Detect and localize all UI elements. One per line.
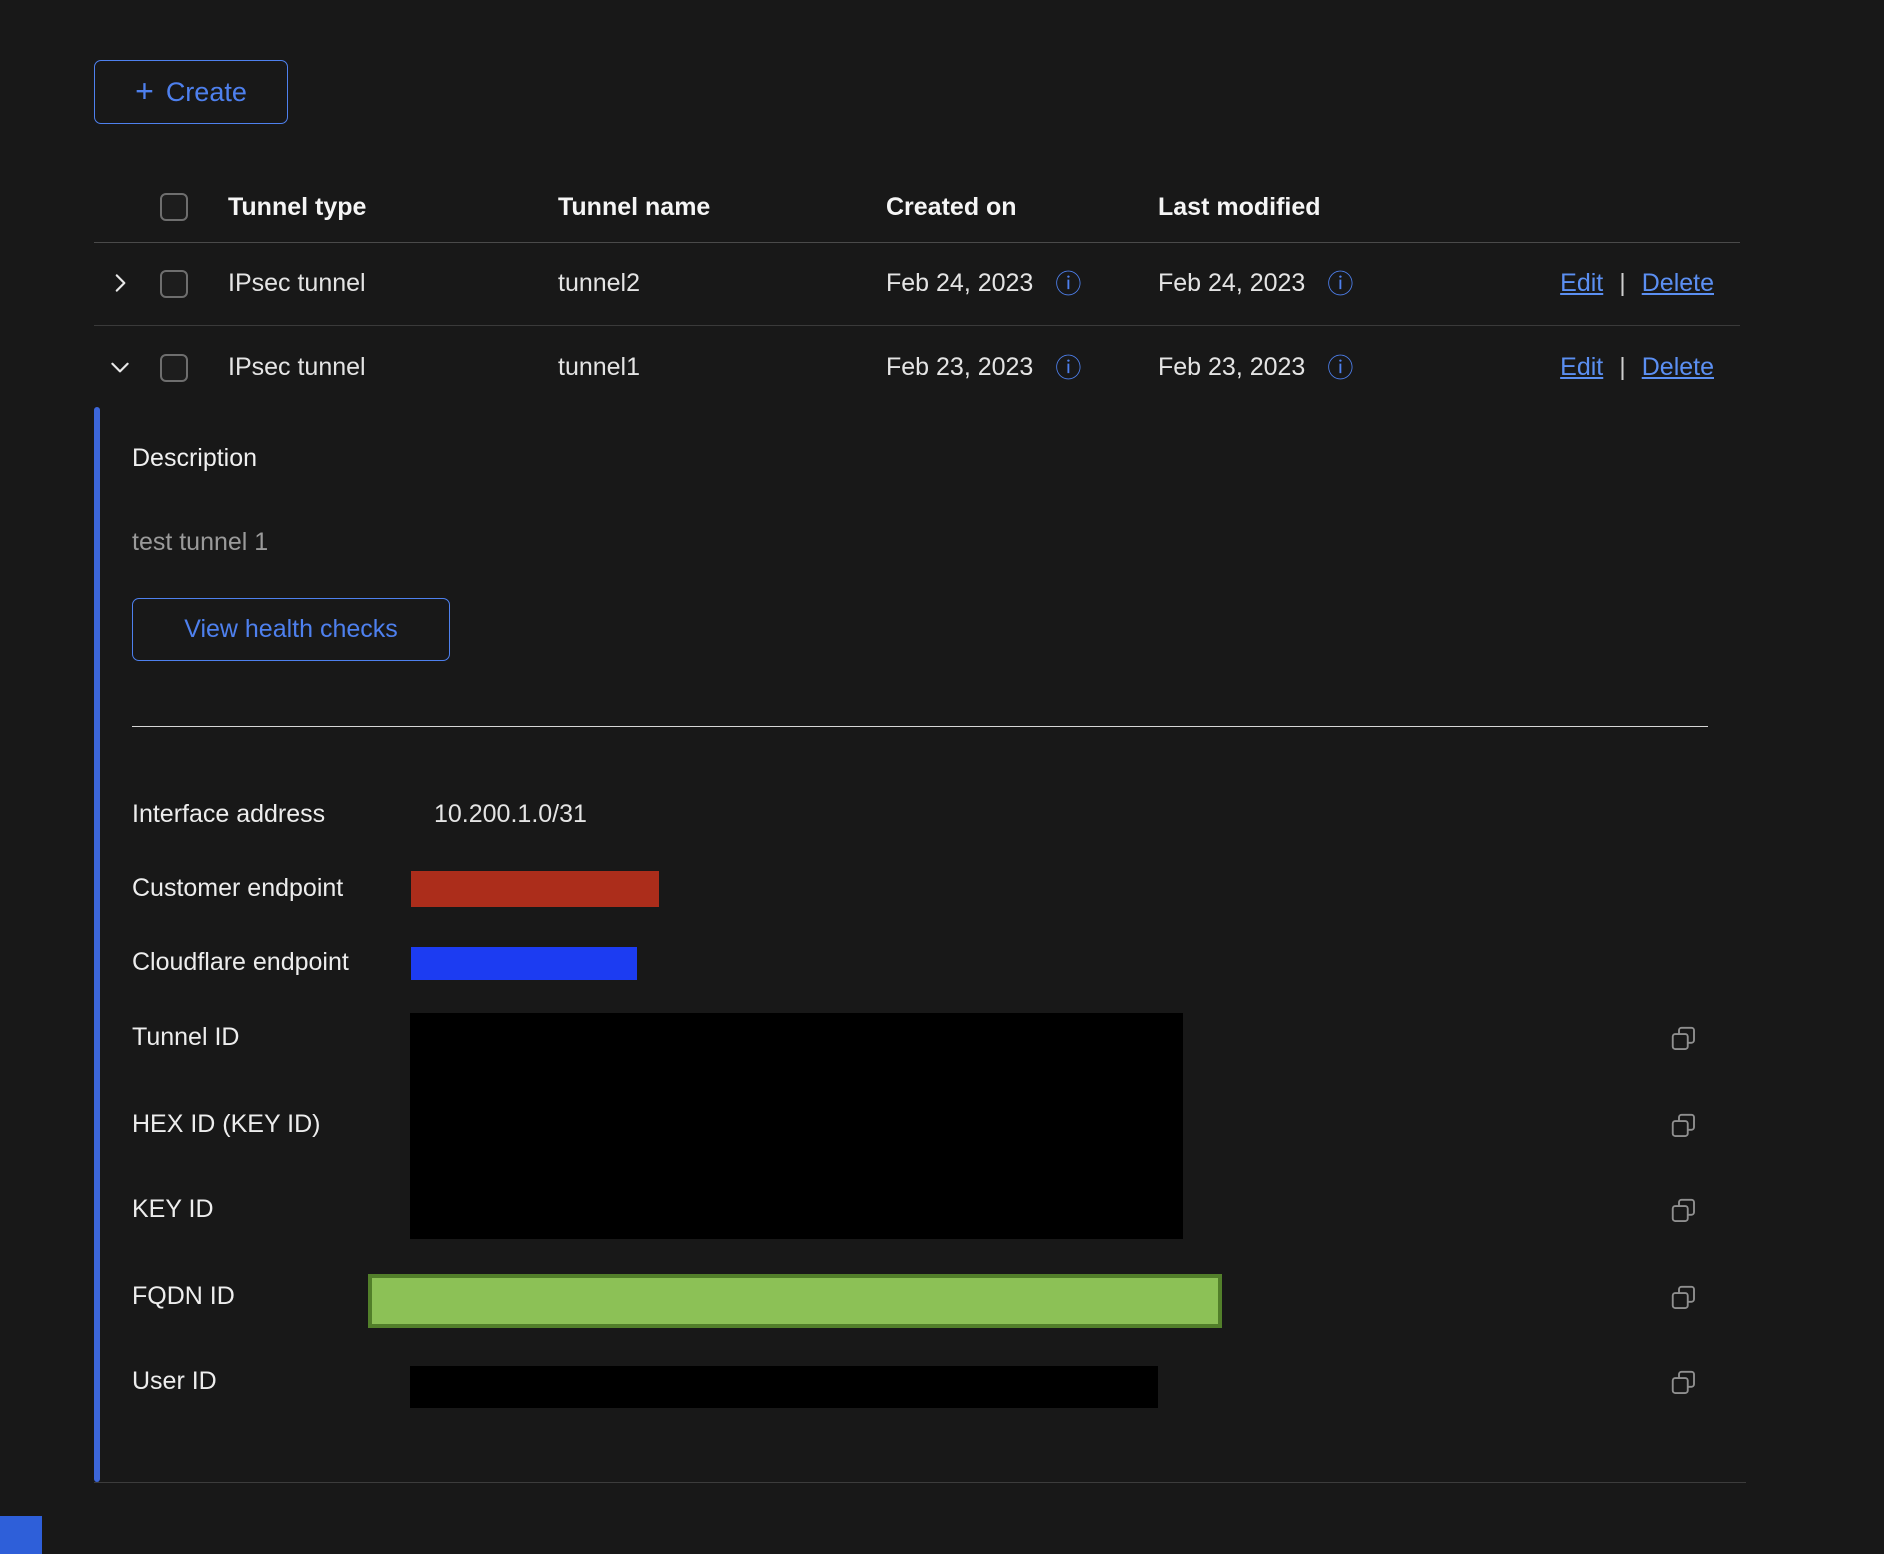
user-id-redacted-value <box>410 1366 1158 1408</box>
create-button-label: Create <box>166 77 247 108</box>
tunnels-page: + Create Tunnel type Tunnel name Created… <box>0 0 1884 1554</box>
copy-icon[interactable] <box>1668 1024 1700 1056</box>
chevron-right-icon[interactable] <box>106 270 134 298</box>
cloudflare-endpoint-redacted-value <box>411 947 637 980</box>
info-icon[interactable]: ⓘ <box>1327 356 1353 382</box>
expanded-row-accent-bar <box>94 407 100 1482</box>
info-icon[interactable]: ⓘ <box>1055 356 1081 382</box>
created-on-text: Feb 23, 2023 <box>886 353 1033 381</box>
action-separator: | <box>1619 353 1626 382</box>
ids-redacted-value <box>410 1013 1183 1239</box>
cell-tunnel-name: tunnel2 <box>558 269 640 298</box>
plus-icon: + <box>135 75 154 107</box>
customer-endpoint-redacted-value <box>411 871 659 907</box>
cell-tunnel-name: tunnel1 <box>558 353 640 382</box>
created-on-text: Feb 24, 2023 <box>886 269 1033 297</box>
edit-link[interactable]: Edit <box>1560 353 1603 382</box>
panel-bottom-divider <box>94 1482 1746 1483</box>
chevron-down-icon[interactable] <box>106 354 134 382</box>
fqdn-id-redacted-value <box>368 1274 1222 1328</box>
bottom-left-accent <box>0 1516 42 1554</box>
hex-id-label: HEX ID (KEY ID) <box>132 1110 320 1139</box>
description-label: Description <box>132 444 257 473</box>
key-id-label: KEY ID <box>132 1195 214 1224</box>
edit-link[interactable]: Edit <box>1560 269 1603 298</box>
cell-last-modified: Feb 24, 2023 ⓘ <box>1158 269 1353 298</box>
view-health-checks-button[interactable]: View health checks <box>132 598 450 661</box>
interface-address-value: 10.200.1.0/31 <box>434 800 587 829</box>
copy-icon[interactable] <box>1668 1368 1700 1400</box>
select-all-checkbox[interactable] <box>160 193 188 221</box>
cell-tunnel-type: IPsec tunnel <box>228 269 366 298</box>
description-value: test tunnel 1 <box>132 528 268 557</box>
cell-created-on: Feb 24, 2023 ⓘ <box>886 269 1081 298</box>
tunnel-id-label: Tunnel ID <box>132 1023 239 1052</box>
row-actions: Edit | Delete <box>1560 353 1714 382</box>
last-modified-text: Feb 23, 2023 <box>1158 353 1305 381</box>
cell-tunnel-type: IPsec tunnel <box>228 353 366 382</box>
section-divider <box>132 726 1708 727</box>
cloudflare-endpoint-label: Cloudflare endpoint <box>132 948 349 977</box>
interface-address-label: Interface address <box>132 800 325 829</box>
col-header-last-modified: Last modified <box>1158 193 1321 222</box>
col-header-created-on: Created on <box>886 193 1017 222</box>
col-header-tunnel-type: Tunnel type <box>228 193 366 222</box>
row-checkbox[interactable] <box>160 354 188 382</box>
copy-icon[interactable] <box>1668 1111 1700 1143</box>
delete-link[interactable]: Delete <box>1642 269 1714 298</box>
copy-icon[interactable] <box>1668 1196 1700 1228</box>
customer-endpoint-label: Customer endpoint <box>132 874 343 903</box>
col-header-tunnel-name: Tunnel name <box>558 193 710 222</box>
action-separator: | <box>1619 269 1626 298</box>
table-row: IPsec tunnel tunnel1 Feb 23, 2023 ⓘ Feb 2… <box>94 326 1740 409</box>
table-row: IPsec tunnel tunnel2 Feb 24, 2023 ⓘ Feb 2… <box>94 242 1740 326</box>
table-header: Tunnel type Tunnel name Created on Last … <box>94 176 1740 243</box>
cell-last-modified: Feb 23, 2023 ⓘ <box>1158 353 1353 382</box>
cell-created-on: Feb 23, 2023 ⓘ <box>886 353 1081 382</box>
last-modified-text: Feb 24, 2023 <box>1158 269 1305 297</box>
user-id-label: User ID <box>132 1367 217 1396</box>
row-checkbox[interactable] <box>160 270 188 298</box>
info-icon[interactable]: ⓘ <box>1055 272 1081 298</box>
delete-link[interactable]: Delete <box>1642 353 1714 382</box>
create-button[interactable]: + Create <box>94 60 288 124</box>
copy-icon[interactable] <box>1668 1283 1700 1315</box>
info-icon[interactable]: ⓘ <box>1327 272 1353 298</box>
fqdn-id-label: FQDN ID <box>132 1282 235 1311</box>
row-actions: Edit | Delete <box>1560 269 1714 298</box>
